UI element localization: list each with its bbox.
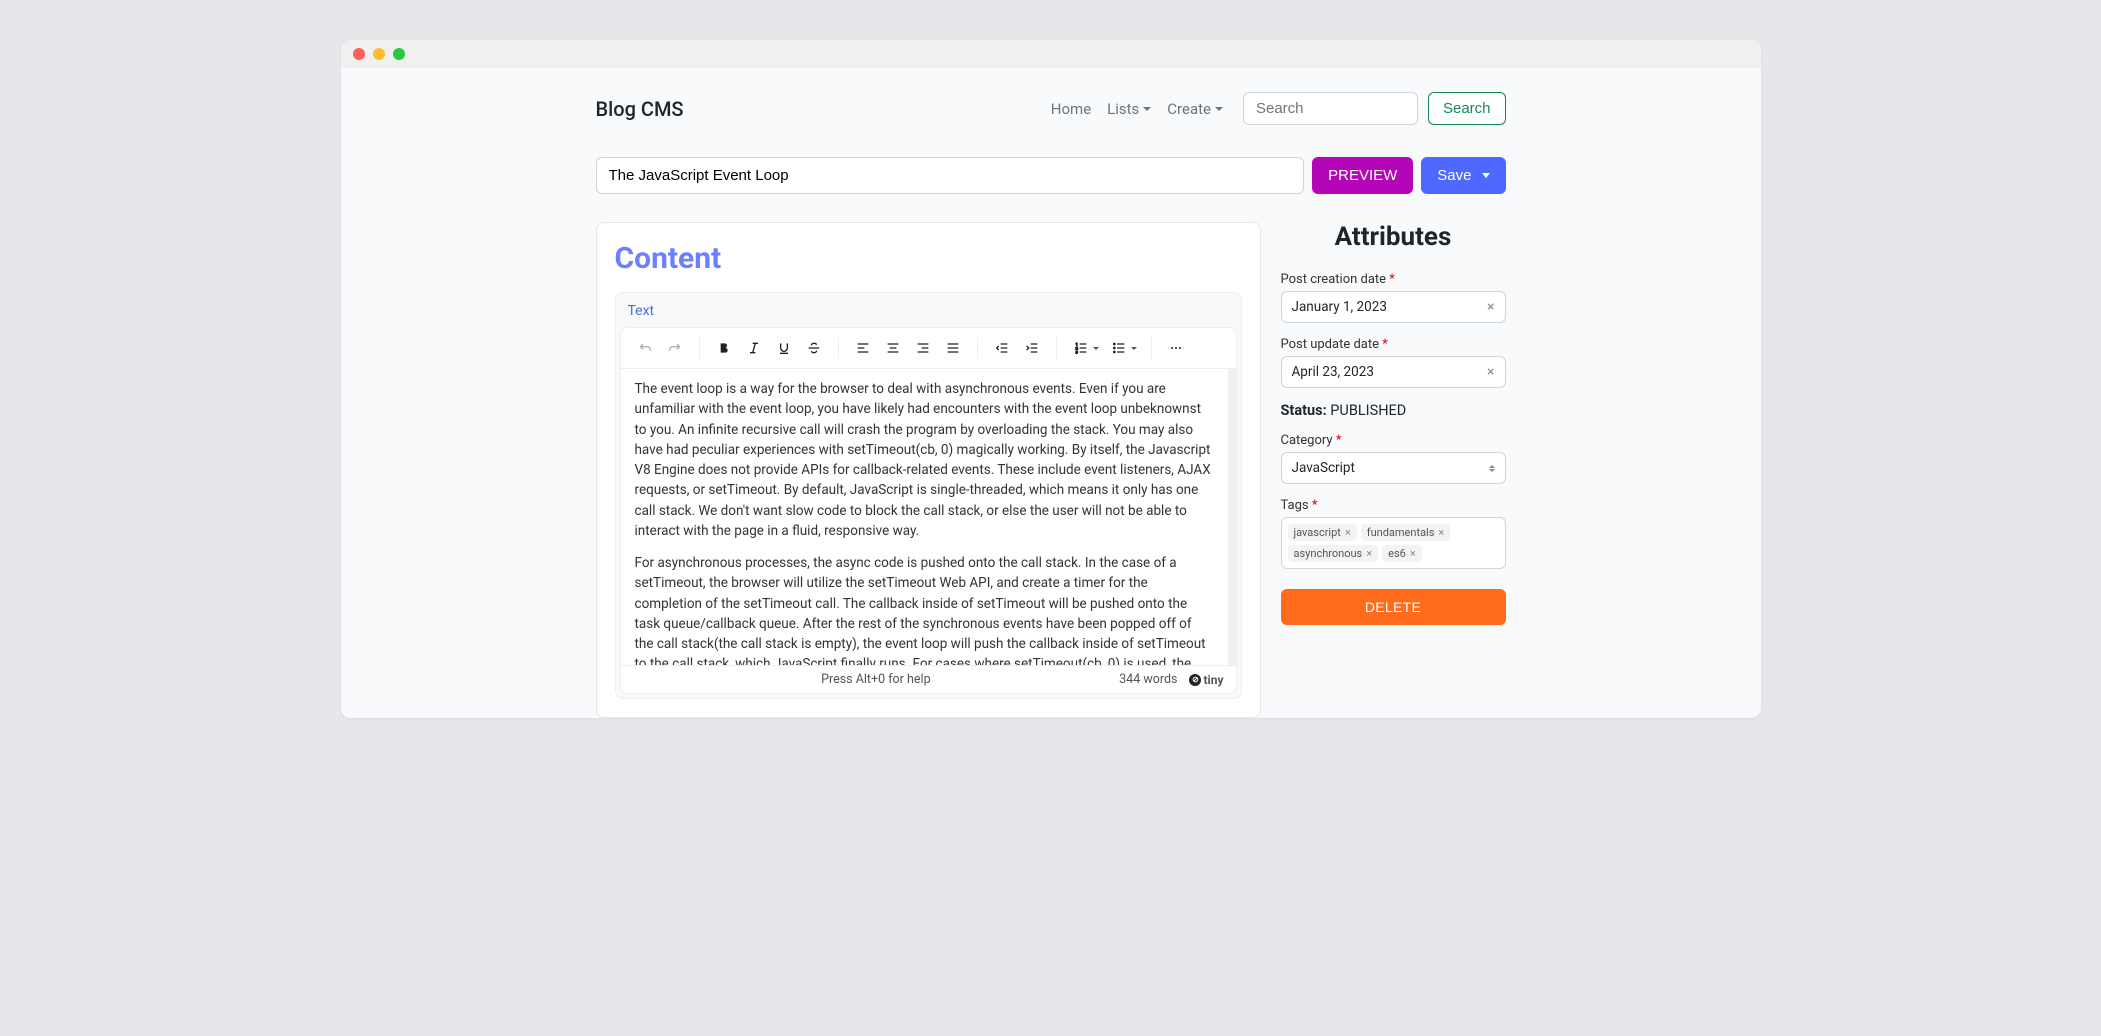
word-count: 344 words [1119,672,1177,687]
app-window: Blog CMS Home Lists Create Search [341,40,1761,718]
editor-wrap: Text [615,292,1242,699]
update-date-value: April 23, 2023 [1292,364,1374,380]
attributes-panel: Attributes Post creation date * January … [1281,222,1506,625]
tag-chip: es6× [1382,545,1422,562]
editor-tab-text[interactable]: Text [628,303,655,319]
chevron-down-icon [1215,107,1223,111]
select-arrows-icon [1491,543,1497,544]
nav-home[interactable]: Home [1051,100,1091,118]
chevron-down-icon [1143,107,1151,111]
save-button-label: Save [1437,167,1471,184]
status-line: Status: PUBLISHED [1281,402,1506,419]
unordered-list-icon [1105,334,1133,362]
redo-icon[interactable] [661,334,689,362]
status-value: PUBLISHED [1330,402,1406,419]
more-icon[interactable] [1162,334,1190,362]
nav-create-label: Create [1167,100,1211,118]
editor-body[interactable]: The event loop is a way for the browser … [621,369,1236,665]
bold-icon[interactable] [710,334,738,362]
chevron-down-icon [1482,173,1490,178]
category-label: Category * [1281,433,1506,448]
nav-lists[interactable]: Lists [1107,100,1151,118]
unordered-list-button[interactable] [1105,334,1141,362]
remove-tag-icon[interactable]: × [1345,526,1351,539]
tiny-logo: ⊘ tiny [1189,673,1223,687]
svg-text:3: 3 [1075,349,1077,354]
brand: Blog CMS [596,97,684,121]
editor-help-text: Press Alt+0 for help [633,672,1120,687]
close-window-icon[interactable] [353,48,365,60]
nav-create[interactable]: Create [1167,100,1223,118]
creation-date-value: January 1, 2023 [1292,299,1387,315]
align-justify-icon[interactable] [939,334,967,362]
content-card: Content Text [596,222,1261,718]
tags-select[interactable]: javascript× fundamentals× asynchronous× … [1281,517,1506,569]
align-center-icon[interactable] [879,334,907,362]
italic-icon[interactable] [740,334,768,362]
clear-icon[interactable]: × [1487,364,1494,380]
remove-tag-icon[interactable]: × [1410,547,1416,560]
tags-label: Tags * [1281,498,1506,513]
update-date-label: Post update date * [1281,337,1506,352]
tag-chip: javascript× [1288,524,1357,541]
maximize-window-icon[interactable] [393,48,405,60]
status-label: Status: [1281,402,1327,419]
nav-lists-label: Lists [1107,100,1139,118]
select-arrows-icon [1489,465,1495,472]
ordered-list-icon: 123 [1067,334,1095,362]
title-row: PREVIEW Save [596,157,1506,194]
preview-button[interactable]: PREVIEW [1312,157,1413,194]
titlebar [341,40,1761,68]
paragraph: The event loop is a way for the browser … [635,379,1214,541]
ordered-list-button[interactable]: 123 [1067,334,1103,362]
align-left-icon[interactable] [849,334,877,362]
tag-chip: fundamentals× [1361,524,1451,541]
align-right-icon[interactable] [909,334,937,362]
strikethrough-icon[interactable] [800,334,828,362]
outdent-icon[interactable] [988,334,1016,362]
creation-date-label: Post creation date * [1281,272,1506,287]
content-heading: Content [615,241,1242,276]
search-button[interactable]: Search [1428,92,1506,125]
update-date-input[interactable]: April 23, 2023 × [1281,356,1506,388]
editor-toolbar: 123 [621,328,1236,369]
attributes-heading: Attributes [1281,222,1506,252]
chevron-down-icon [1131,347,1137,350]
delete-button[interactable]: DELETE [1281,589,1506,625]
indent-icon[interactable] [1018,334,1046,362]
save-button[interactable]: Save [1421,157,1505,194]
tag-chip: asynchronous× [1288,545,1379,562]
category-select[interactable]: JavaScript [1281,452,1506,484]
paragraph: For asynchronous processes, the async co… [635,553,1214,665]
remove-tag-icon[interactable]: × [1438,526,1444,539]
underline-icon[interactable] [770,334,798,362]
search-input[interactable] [1243,92,1418,125]
minimize-window-icon[interactable] [373,48,385,60]
undo-icon[interactable] [631,334,659,362]
post-title-input[interactable] [596,157,1305,194]
navbar: Blog CMS Home Lists Create Search [596,92,1506,125]
category-value: JavaScript [1292,460,1355,476]
clear-icon[interactable]: × [1487,299,1494,315]
rich-text-editor: 123 [620,327,1237,694]
remove-tag-icon[interactable]: × [1366,547,1372,560]
creation-date-input[interactable]: January 1, 2023 × [1281,291,1506,323]
editor-footer: Press Alt+0 for help 344 words ⊘ tiny [621,665,1236,693]
chevron-down-icon [1093,347,1099,350]
